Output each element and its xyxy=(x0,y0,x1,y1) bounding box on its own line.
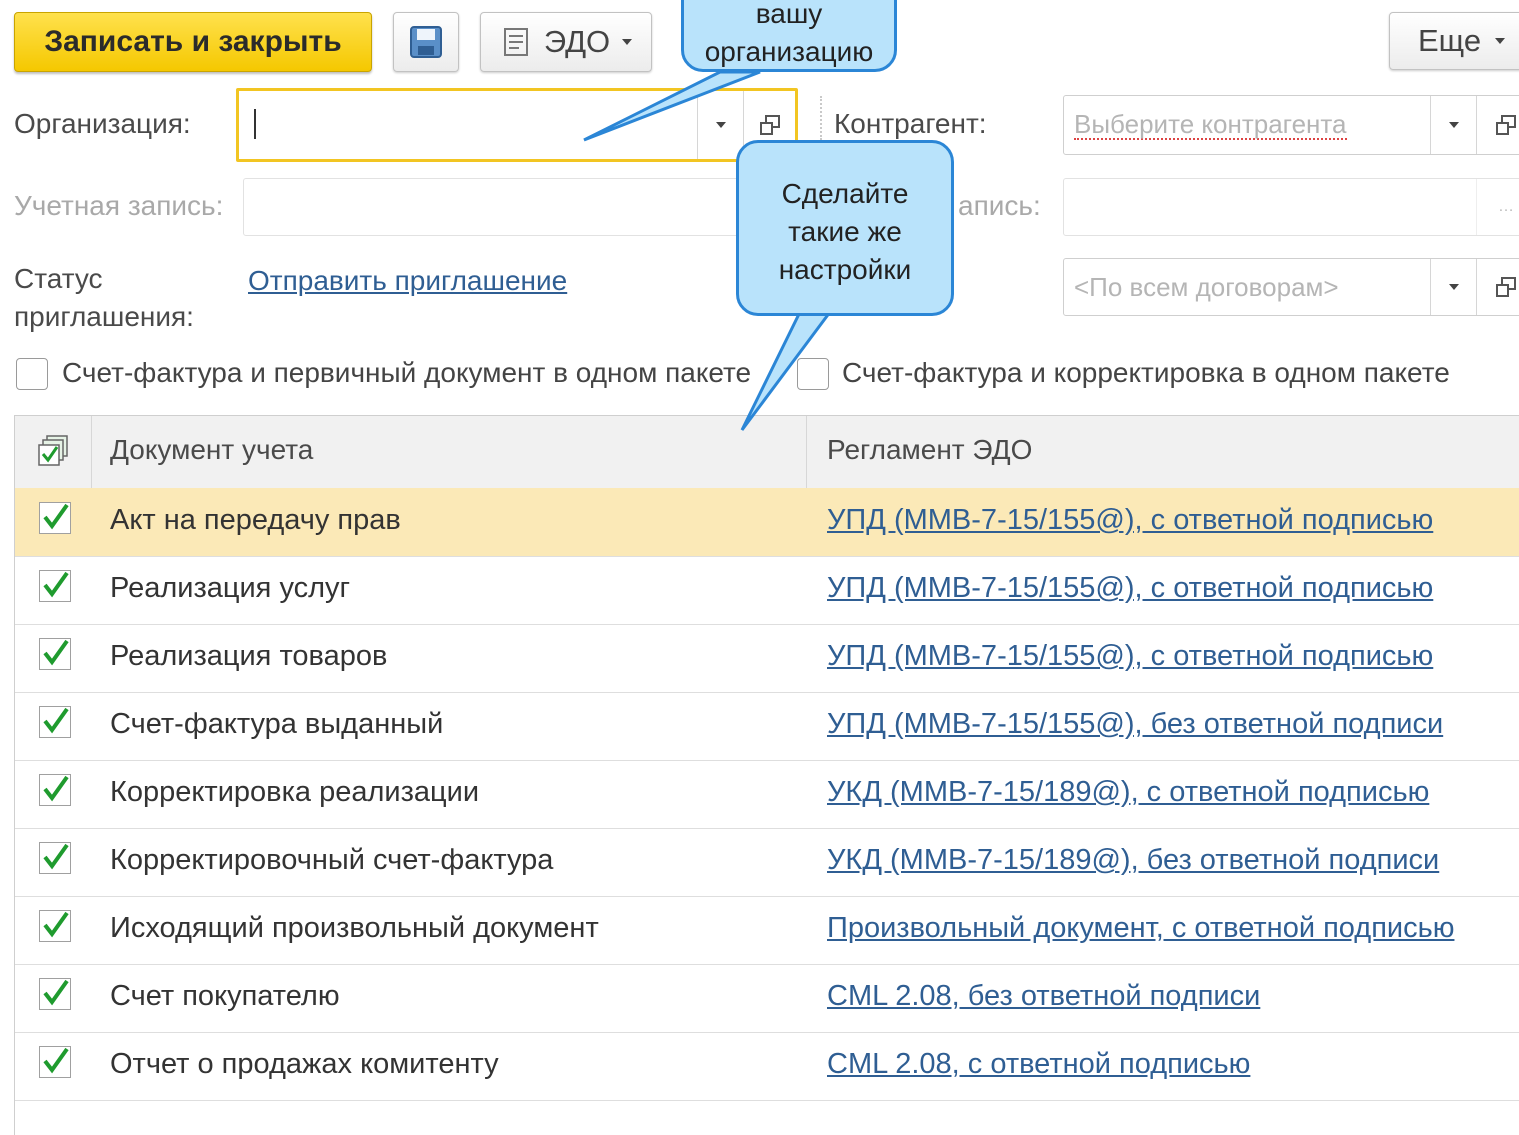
callout-top: вашу организацию xyxy=(681,0,897,72)
callout-top-pointer xyxy=(583,70,761,142)
callout-mid-line1: Сделайте xyxy=(781,178,909,209)
callout-mid-line2: такие же xyxy=(788,216,902,247)
callout-mid: Сделайте такие же настройки xyxy=(736,140,954,316)
callout-top-line2: организацию xyxy=(704,36,874,67)
callout-top-line1: вашу xyxy=(755,0,823,29)
callout-mid-line3: настройки xyxy=(778,254,912,285)
callout-mid-pointer xyxy=(740,310,833,431)
